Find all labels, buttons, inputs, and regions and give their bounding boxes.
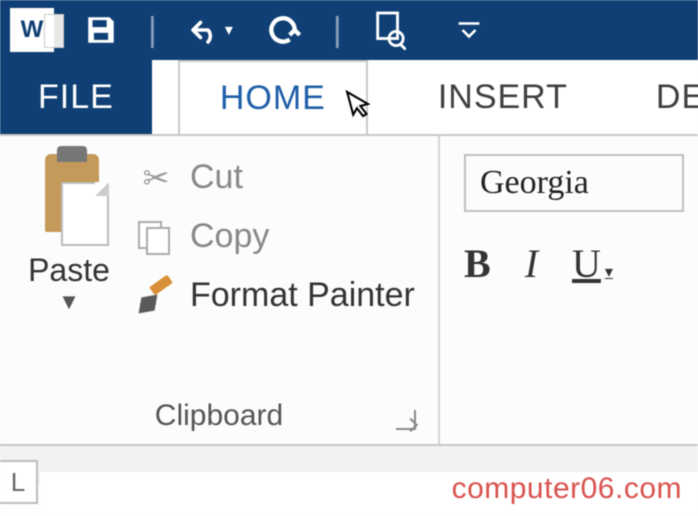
dialog-launcher-icon[interactable]	[396, 410, 416, 430]
tab-file[interactable]: FILE	[0, 60, 152, 134]
qat-separator: |	[148, 11, 157, 50]
print-preview-icon[interactable]	[372, 10, 406, 50]
tab-home[interactable]: HOME	[178, 60, 368, 134]
copy-button[interactable]: Copy	[136, 217, 415, 256]
ribbon-tabs: FILE HOME INSERT DES	[0, 60, 698, 134]
chevron-down-icon[interactable]: ▼	[58, 289, 80, 315]
group-label-clipboard: Clipboard	[155, 399, 283, 433]
underline-button[interactable]: U ▾	[572, 240, 613, 287]
copy-label: Copy	[190, 217, 269, 256]
cut-label: Cut	[190, 158, 243, 197]
paste-label: Paste	[28, 252, 110, 289]
scissors-icon: ✂	[136, 159, 176, 197]
bold-button[interactable]: B	[464, 240, 491, 287]
cut-button[interactable]: ✂ Cut	[136, 158, 415, 197]
font-name-value: Georgia	[480, 164, 589, 202]
underline-label: U	[572, 240, 601, 287]
tab-selector-glyph: L	[11, 467, 25, 498]
font-name-selector[interactable]: Georgia	[464, 154, 684, 212]
format-painter-button[interactable]: Format Painter	[136, 276, 415, 315]
watermark-text: computer06.com	[452, 472, 682, 506]
cursor-icon	[343, 83, 381, 131]
format-painter-label: Format Painter	[190, 276, 415, 315]
word-app-icon: W	[10, 8, 54, 52]
tab-selector[interactable]: L	[0, 460, 38, 504]
italic-button[interactable]: I	[525, 240, 538, 287]
copy-icon	[136, 221, 176, 253]
brush-icon	[136, 278, 176, 314]
ribbon: Paste ▼ ✂ Cut Copy Form	[0, 134, 698, 444]
paste-button[interactable]: Paste ▼	[14, 154, 124, 394]
undo-button[interactable]: ▾	[187, 15, 233, 45]
title-bar: W | ▾ |	[0, 0, 698, 60]
qat-separator-2: |	[333, 11, 342, 50]
group-clipboard: Paste ▼ ✂ Cut Copy Form	[0, 136, 440, 444]
tab-design[interactable]: DES	[622, 60, 698, 134]
word-app-letter: W	[21, 16, 44, 44]
tab-home-label: HOME	[220, 79, 326, 118]
tab-insert[interactable]: INSERT	[404, 60, 602, 134]
paste-icon	[35, 154, 103, 246]
chevron-down-icon[interactable]: ▾	[605, 262, 613, 282]
qat-customize-icon[interactable]	[456, 17, 482, 43]
chevron-down-icon[interactable]: ▾	[225, 20, 233, 40]
save-icon[interactable]	[84, 13, 118, 47]
group-font: Georgia B I U ▾	[440, 136, 698, 444]
redo-button[interactable]	[263, 10, 303, 50]
